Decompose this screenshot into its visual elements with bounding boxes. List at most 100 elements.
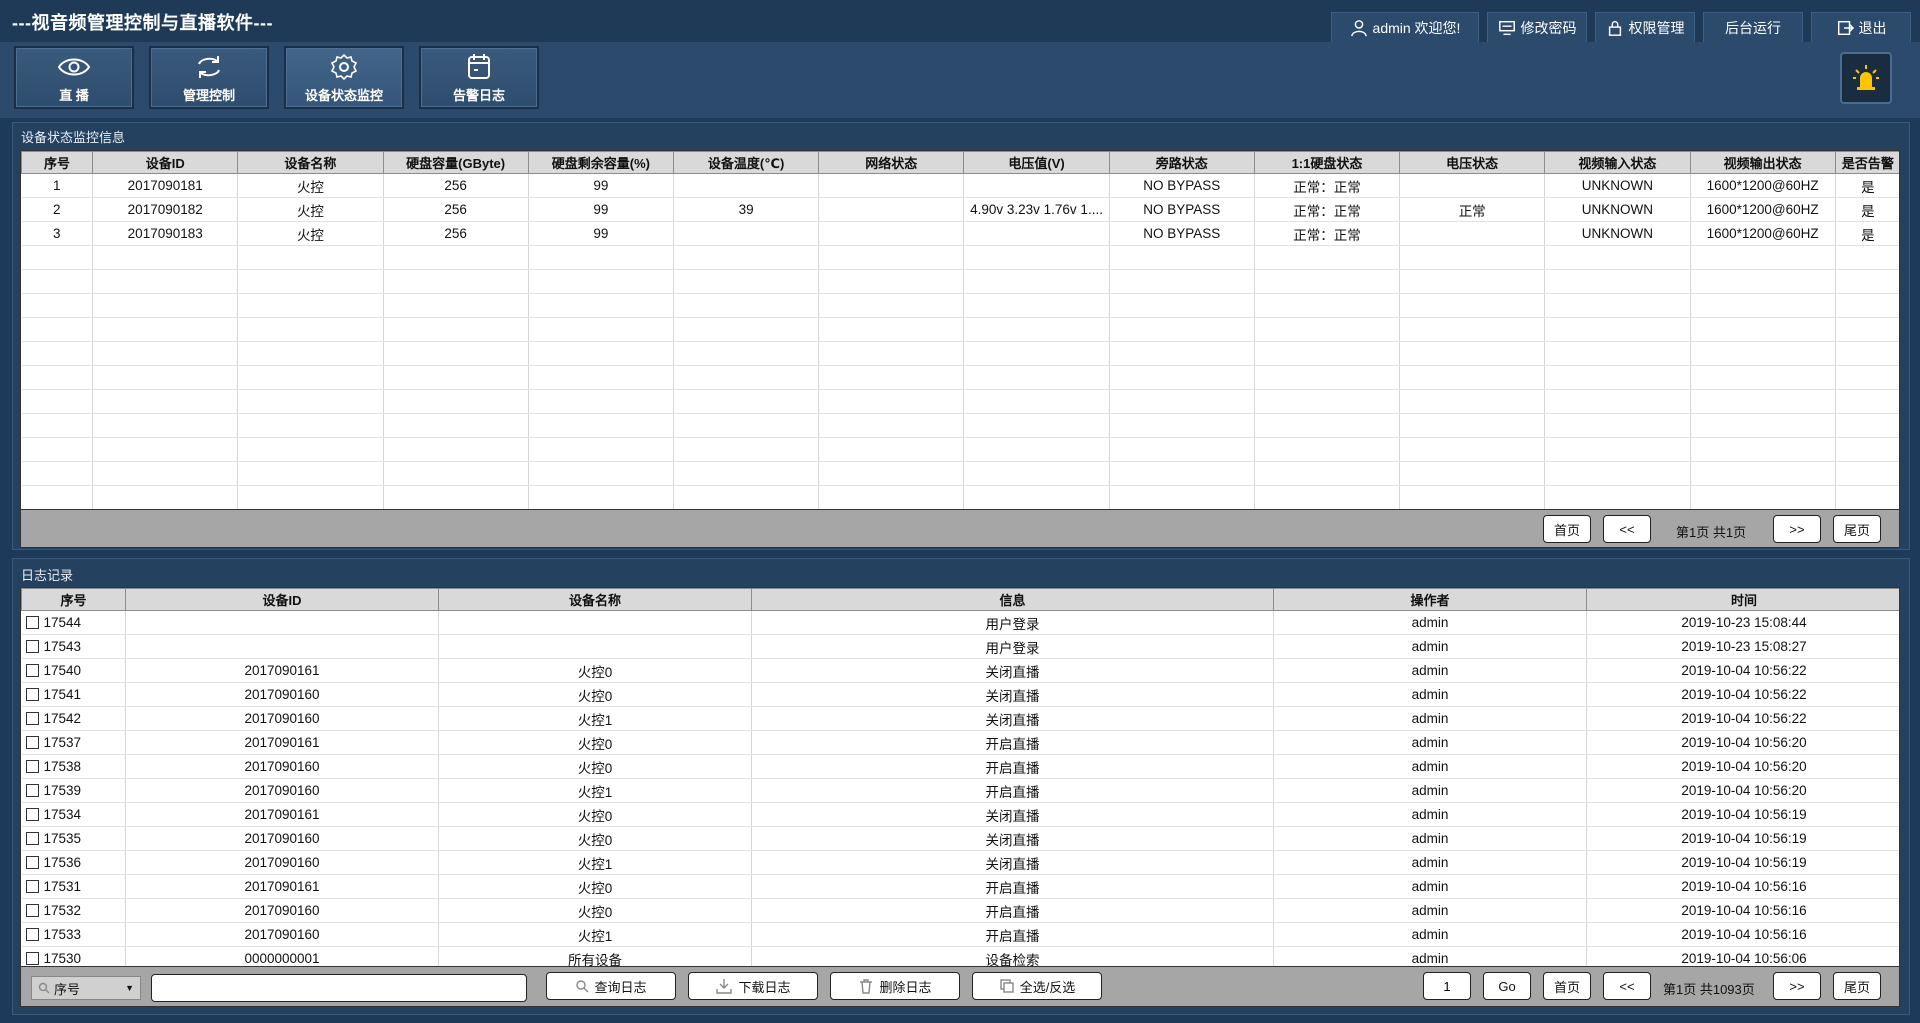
search-input[interactable] [151,974,527,1002]
table-cell: admin [1273,874,1587,899]
table-cell [673,173,820,198]
background-run-button[interactable]: 后台运行 [1703,12,1803,42]
log-table[interactable]: 序号 设备ID 设备名称 信息 操作者 时间 17544 用户登录 admin 2019-10-… [20,587,1900,967]
table-cell: 2017090160 [125,898,439,923]
table-row[interactable]: 17534 2017090161 火控0 关闭直播 admin 2019-10-04 10… [21,802,1899,827]
table-cell: 17541 [21,682,126,707]
row-checkbox[interactable] [25,664,39,677]
status-prev-page-button[interactable]: << [1603,515,1651,543]
column-header[interactable]: 序号 [21,151,94,174]
table-row[interactable]: 17535 2017090160 火控0 关闭直播 admin 2019-10-04 10… [21,826,1899,851]
table-cell [673,221,820,246]
query-log-button[interactable]: 查询日志 [546,972,676,1000]
table-row[interactable]: 17539 2017090160 火控1 开启直播 admin 2019-10-04 10… [21,778,1899,803]
nav-live-button[interactable]: 直 播 [14,46,134,109]
column-header[interactable]: 时间 [1586,588,1899,611]
log-last-page-button[interactable]: 尾页 [1833,972,1881,1000]
table-row[interactable]: 17542 2017090160 火控1 关闭直播 admin 2019-10-04 10… [21,706,1899,731]
table-cell: 正常：正常 [1254,197,1401,222]
row-checkbox[interactable] [25,760,39,773]
status-last-page-button[interactable]: 尾页 [1833,515,1881,543]
change-password-button[interactable]: 修改密码 [1487,12,1587,42]
table-row[interactable]: 17533 2017090160 火控1 开启直播 admin 2019-10-04 10… [21,922,1899,947]
column-header[interactable]: 旁路状态 [1108,151,1255,174]
column-header[interactable]: 设备温度(℃) [672,151,820,174]
empty-cell [237,317,384,342]
row-id: 17530 [43,951,82,966]
row-checkbox[interactable] [25,904,39,917]
permission-button[interactable]: 权限管理 [1595,12,1695,42]
table-cell: 17536 [21,850,126,875]
table-cell: 开启直播 [751,898,1274,923]
row-checkbox[interactable] [25,688,39,701]
column-header[interactable]: 设备名称 [438,588,752,611]
column-header[interactable]: 视频输出状态 [1689,151,1836,174]
empty-cell [1835,293,1899,318]
table-cell: admin [1273,754,1587,779]
empty-cell [528,485,674,509]
device-status-title: 设备状态监控信息 [21,130,126,145]
delete-log-button[interactable]: 删除日志 [830,972,960,1000]
permission-label: 权限管理 [1628,19,1685,36]
row-checkbox[interactable] [25,952,39,965]
row-checkbox[interactable] [25,640,39,653]
column-header[interactable]: 视频输入状态 [1544,151,1691,174]
search-field-select[interactable]: 序号 ▼ [31,976,141,1000]
log-prev-page-button[interactable]: << [1603,972,1651,1000]
alarm-light-button[interactable] [1840,52,1892,104]
status-first-page-button[interactable]: 首页 [1543,515,1591,543]
row-checkbox[interactable] [25,736,39,749]
status-next-page-button[interactable]: >> [1773,515,1821,543]
table-row[interactable]: 17544 用户登录 admin 2019-10-23 15:08:44 [21,610,1899,635]
empty-cell [1544,317,1691,342]
column-header[interactable]: 设备ID [92,151,239,174]
table-row[interactable]: 17538 2017090160 火控0 开启直播 admin 2019-10-04 10… [21,754,1899,779]
row-checkbox[interactable] [25,832,39,845]
table-row[interactable]: 17531 2017090161 火控0 开启直播 admin 2019-10-04 10… [21,874,1899,899]
column-header[interactable]: 序号 [21,588,126,611]
empty-cell [92,485,239,509]
log-next-page-button[interactable]: >> [1773,972,1821,1000]
row-checkbox[interactable] [25,808,39,821]
row-checkbox[interactable] [25,784,39,797]
column-header[interactable]: 设备ID [125,588,439,611]
row-checkbox[interactable] [25,880,39,893]
table-row[interactable]: 17540 2017090161 火控0 关闭直播 admin 2019-10-04 10… [21,658,1899,683]
column-header[interactable]: 电压值(V) [963,151,1110,174]
row-checkbox[interactable] [25,712,39,725]
go-page-button[interactable]: Go [1483,972,1531,1000]
row-checkbox[interactable] [25,928,39,941]
download-log-button[interactable]: 下载日志 [688,972,818,1000]
device-status-table[interactable]: 序号 设备ID 设备名称 硬盘容量(GByte) 硬盘剩余容量(%) 设备温度(℃) 网络状… [20,150,1900,510]
nav-alarm-log-button[interactable]: 告警日志 [419,46,539,109]
table-row[interactable]: 17532 2017090160 火控0 开启直播 admin 2019-10-04 10… [21,898,1899,923]
page-number-input[interactable] [1423,972,1471,1000]
table-row[interactable]: 17530 0000000001 所有设备 设备检索 admin 2019-10-04 1… [21,946,1899,966]
nav-management-button[interactable]: 管理控制 [149,46,269,109]
log-first-page-button[interactable]: 首页 [1543,972,1591,1000]
column-header[interactable]: 电压状态 [1399,151,1546,174]
column-header[interactable]: 硬盘剩余容量(%) [527,151,674,174]
table-row[interactable]: 17543 用户登录 admin 2019-10-23 15:08:27 [21,634,1899,659]
table-row[interactable]: 17537 2017090161 火控0 开启直播 admin 2019-10-04 10… [21,730,1899,755]
column-header[interactable]: 是否告警 [1834,151,1899,174]
table-cell: admin [1273,682,1587,707]
table-row[interactable]: 17536 2017090160 火控1 关闭直播 admin 2019-10-04 10… [21,850,1899,875]
table-row[interactable]: 17541 2017090160 火控0 关闭直播 admin 2019-10-04 10… [21,682,1899,707]
nav-device-monitor-button[interactable]: 设备状态监控 [284,46,404,109]
row-checkbox[interactable] [25,856,39,869]
column-header[interactable]: 设备名称 [237,151,384,174]
row-checkbox[interactable] [25,616,39,629]
table-row[interactable]: 1 2017090181 火控 256 99 NO BYPASS 正常：正常 UNKNOWN 1… [21,173,1899,198]
logout-button[interactable]: 退出 [1811,12,1911,42]
column-header[interactable]: 操作者 [1273,588,1587,611]
empty-cell [92,437,239,462]
user-welcome-button[interactable]: admin 欢迎您! [1331,12,1479,42]
select-all-button[interactable]: 全选/反选 [972,972,1102,1000]
table-row[interactable]: 3 2017090183 火控 256 99 NO BYPASS 正常：正常 UNKNOWN 1… [21,221,1899,246]
column-header[interactable]: 1:1硬盘状态 [1253,151,1401,174]
column-header[interactable]: 硬盘容量(GByte) [382,151,529,174]
column-header[interactable]: 信息 [751,588,1274,611]
column-header[interactable]: 网络状态 [818,151,965,174]
table-row[interactable]: 2 2017090182 火控 256 99 39 4.90v 3.23v 1.76v 1.… [21,197,1899,222]
